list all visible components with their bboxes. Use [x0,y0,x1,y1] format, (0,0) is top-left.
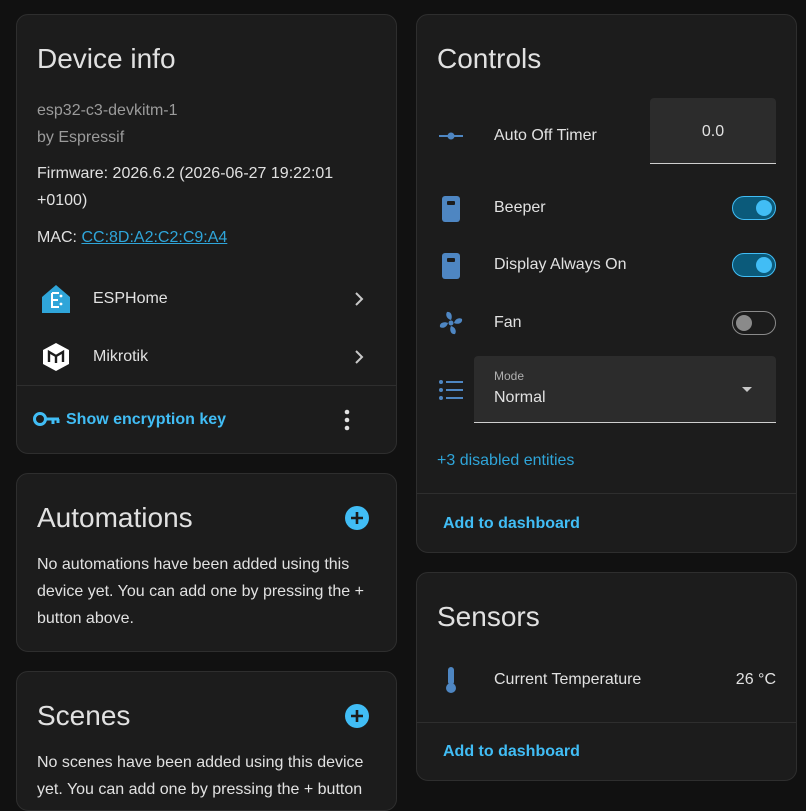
add-scene-icon[interactable] [345,704,369,728]
add-automation-icon[interactable] [345,506,369,530]
sensors-divider [417,722,796,723]
mikrotik-icon [43,343,69,371]
device-model: esp32-c3-devkitm-1 [37,102,178,119]
controls-divider [417,493,796,494]
mode-select-label: Mode [494,369,525,383]
device-info-divider [17,385,396,386]
chevron-right-icon [355,350,364,364]
mode-select[interactable]: Mode Normal [474,356,776,423]
mac-label: MAC: [37,229,77,246]
slider-icon [439,132,463,140]
beeper-label: Beeper [494,199,546,216]
auto-off-timer-input[interactable]: 0.0 [650,98,776,164]
dropdown-arrow-icon [742,387,752,392]
mac-link[interactable]: CC:8D:A2:C2:C9:A4 [81,229,227,246]
auto-off-timer-label: Auto Off Timer [494,127,597,144]
auto-off-timer-value: 0.0 [701,123,725,140]
fan-icon [439,311,463,335]
scenes-text-2: yet. You can add one by pressing the + b… [37,781,363,798]
integration-mikrotik-label: Mikrotik [93,348,149,365]
automations-text-1: No automations have been added using thi… [37,556,350,573]
automations-card: Automations No automations have been add… [16,473,397,652]
current-temperature-value: 26 °C [735,671,776,688]
firmware-line-1: Firmware: 2026.6.2 (2026-06-27 19:22:01 [37,165,334,182]
sensors-card: Sensors Current Temperature 26 °C Add to… [416,572,797,781]
disabled-entities-link[interactable]: +3 disabled entities [437,452,574,470]
scenes-text-1: No scenes have been added using this dev… [37,754,364,771]
integration-esphome-label: ESPHome [93,290,168,307]
integration-esphome-row[interactable]: ESPHome [17,277,396,321]
controls-title: Controls [437,43,542,74]
mac-row: MAC: CC:8D:A2:C2:C9:A4 [37,229,227,247]
controls-card: Controls Auto Off Timer 0.0 Beeper Displ… [416,14,797,553]
show-encryption-key-button[interactable]: Show encryption key [33,407,233,433]
integration-mikrotik-row[interactable]: Mikrotik [17,335,396,379]
sensors-title: Sensors [437,601,540,632]
scenes-title: Scenes [37,700,131,731]
chevron-right-icon [355,292,364,306]
key-icon [33,412,60,426]
scenes-card: Scenes No scenes have been added using t… [16,671,397,811]
thermometer-icon [446,667,456,693]
list-icon [439,380,463,400]
display-always-on-label: Display Always On [494,256,627,273]
automations-text-2: device yet. You can add one by pressing … [37,583,364,600]
device-manufacturer: by Espressif [37,129,125,146]
device-info-card: Device info esp32-c3-devkitm-1 by Espres… [16,14,397,454]
device-icon [442,253,460,279]
beeper-toggle[interactable] [732,196,776,220]
show-encryption-key-label: Show encryption key [66,411,227,428]
current-temperature-label: Current Temperature [494,671,642,688]
controls-add-to-dashboard-button[interactable]: Add to dashboard [443,515,580,533]
display-always-on-toggle[interactable] [732,253,776,277]
firmware-line-2: +0100) [37,192,88,209]
device-info-title: Device info [37,43,176,74]
automations-title: Automations [37,502,193,533]
device-icon [442,196,460,222]
fan-label: Fan [494,314,522,331]
automations-text-3: button above. [37,610,134,627]
esphome-icon [42,285,70,313]
mode-select-value: Normal [494,389,546,406]
sensors-add-to-dashboard-button[interactable]: Add to dashboard [443,743,580,761]
fan-toggle[interactable] [732,311,776,335]
more-vert-icon[interactable] [337,407,357,433]
